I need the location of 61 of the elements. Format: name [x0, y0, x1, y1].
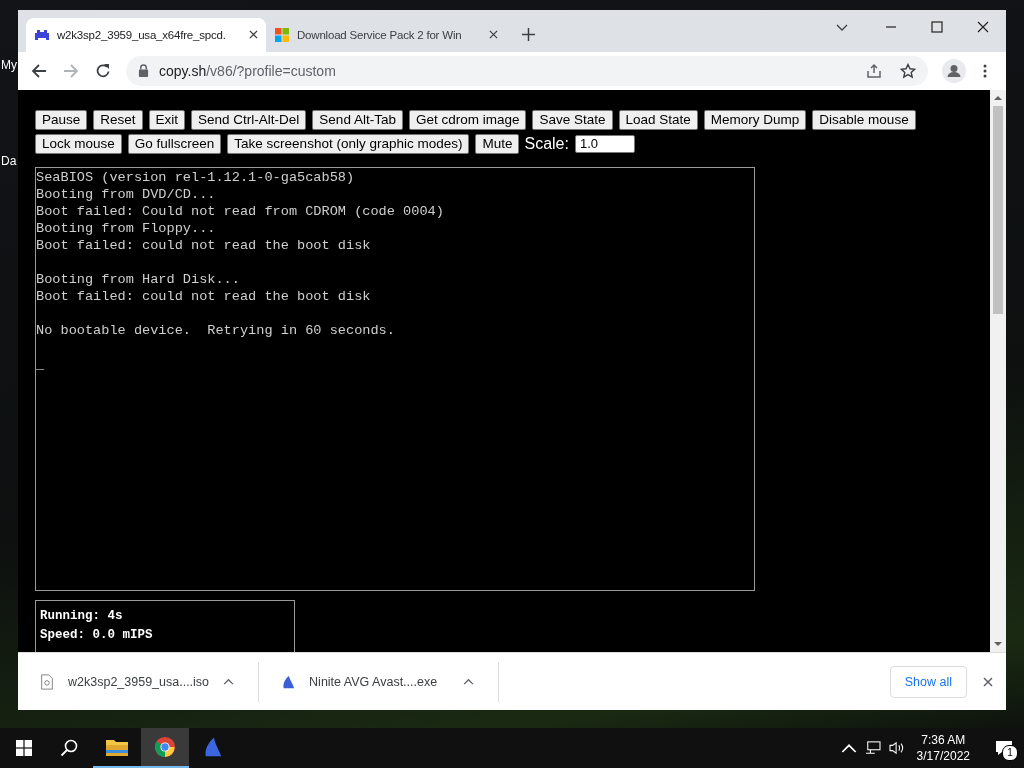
chrome-logo-icon: [153, 736, 177, 758]
download-name[interactable]: Ninite AVG Avast....exe: [309, 674, 450, 689]
console-line: SeaBIOS (version rel-1.12.1-0-ga5cab58): [36, 168, 356, 186]
browser-tab[interactable]: w2k3sp2_3959_usa_x64fre_spcd.: [26, 17, 266, 52]
desktop-icon-label[interactable]: My: [1, 58, 17, 72]
emulator-button[interactable]: Get cdrom image: [408, 109, 527, 130]
maximize-icon[interactable]: [931, 20, 943, 33]
browser-tab[interactable]: Download Service Pack 2 for Win: [266, 17, 506, 52]
close-icon[interactable]: [489, 30, 498, 40]
emulator-button[interactable]: Save State: [532, 109, 613, 130]
console-line: Booting from DVD/CD...: [36, 185, 217, 203]
emulator-button[interactable]: Disable mouse: [812, 109, 916, 130]
new-tab-icon[interactable]: [522, 27, 535, 41]
emulator-button[interactable]: Load State: [618, 109, 698, 130]
share-icon[interactable]: [866, 62, 882, 79]
emulator-button[interactable]: Send Ctrl-Alt-Del: [191, 109, 307, 130]
notification-count: 1: [1002, 745, 1018, 761]
url-text: copy.sh/v86/?profile=custom: [159, 62, 336, 79]
caret-icon[interactable]: [223, 678, 235, 686]
console-line: Boot failed: could not read the boot disk: [36, 236, 372, 254]
emulator-button[interactable]: Memory Dump: [703, 109, 807, 130]
console-line: Boot failed: Could not read from CDROM (code 0004): [36, 202, 445, 220]
address-bar[interactable]: copy.sh/v86/?profile=custom: [126, 55, 928, 86]
caret-icon[interactable]: [463, 678, 475, 686]
windows-logo-icon: [274, 26, 290, 43]
console-line: Booting from Floppy...: [36, 219, 217, 237]
close-icon[interactable]: [977, 20, 989, 33]
emulator-button[interactable]: Lock mouse: [35, 133, 122, 154]
emulator-button[interactable]: Reset: [93, 109, 143, 130]
scale-input[interactable]: 1.0: [574, 134, 635, 153]
scale-label: Scale:: [524, 134, 569, 153]
emulator-button[interactable]: Go fullscreen: [127, 133, 222, 154]
emulator-button[interactable]: Mute: [475, 133, 520, 154]
emulator-button[interactable]: Send Alt-Tab: [312, 109, 403, 130]
scroll-thumb[interactable]: [993, 105, 1003, 314]
stats-line: Speed: 0.0 mIPS: [40, 626, 154, 644]
taskbar-app[interactable]: [141, 728, 189, 768]
file-icon: [40, 673, 54, 690]
speaker-icon[interactable]: [888, 741, 905, 755]
show-all-button[interactable]: Show all: [889, 665, 967, 698]
console-line: Boot failed: could not read the boot disk: [36, 287, 372, 305]
console-line: No bootable device. Retrying in 60 seconds.: [36, 321, 396, 339]
emulator-button[interactable]: Exit: [148, 109, 186, 130]
console-line: Booting from Hard Disk...: [36, 270, 241, 288]
close-icon[interactable]: [249, 30, 258, 40]
scrollbar[interactable]: [990, 89, 1006, 653]
network-icon[interactable]: [864, 741, 881, 755]
scroll-down-icon[interactable]: [994, 641, 1002, 648]
clock-time[interactable]: 7:36 AM: [921, 732, 966, 748]
stats-line: Running: 4s: [40, 607, 124, 625]
lock-icon: [138, 64, 149, 78]
star-icon[interactable]: [900, 62, 916, 79]
profile-avatar-icon[interactable]: [942, 58, 966, 83]
clock-date[interactable]: 3/17/2022: [916, 748, 970, 764]
text-cursor: _: [36, 355, 46, 373]
desktop-icon-label[interactable]: Da: [1, 154, 17, 168]
emulator-button[interactable]: Take screenshot (only graphic modes): [227, 133, 470, 154]
scroll-up-icon[interactable]: [994, 94, 1002, 101]
sail-icon: [281, 673, 296, 690]
emulator-button[interactable]: Pause: [35, 109, 88, 130]
download-name[interactable]: w2k3sp2_3959_usa....iso: [68, 674, 210, 689]
